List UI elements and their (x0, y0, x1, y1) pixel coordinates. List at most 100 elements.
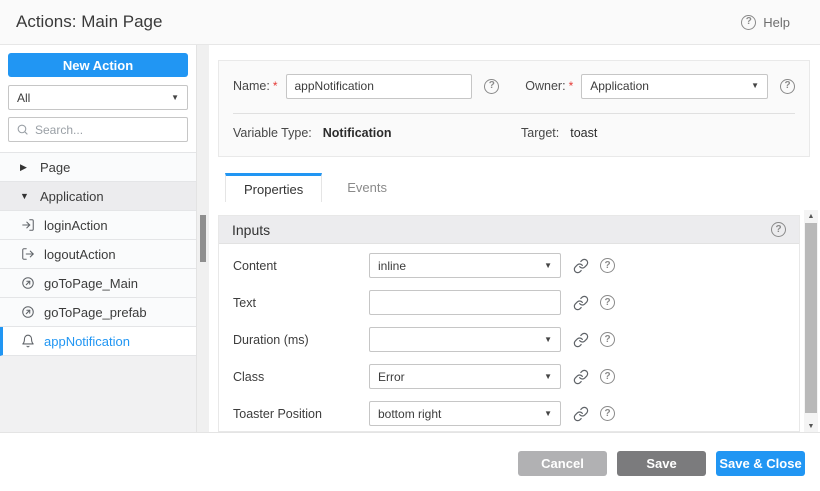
cancel-button[interactable]: Cancel (518, 451, 607, 476)
help-label: Help (763, 15, 790, 30)
owner-select[interactable]: Application ▼ (581, 74, 768, 99)
owner-label: Owner: (525, 79, 565, 93)
detail-tabbar: PropertiesEvents (218, 172, 405, 202)
variable-type-label: Variable Type: (233, 126, 312, 140)
chevron-down-icon: ▼ (20, 192, 32, 201)
goto-page-icon (21, 276, 35, 290)
notification-icon (21, 334, 35, 348)
chevron-down-icon: ▼ (544, 262, 552, 270)
chevron-down-icon: ▼ (171, 94, 179, 102)
field-label: Duration (ms) (233, 333, 369, 347)
filter-selected-value: All (17, 91, 30, 105)
required-marker: * (569, 79, 574, 93)
save-button[interactable]: Save (617, 451, 706, 476)
scroll-down-arrow[interactable]: ▼ (804, 420, 818, 432)
field-select[interactable]: bottom right ▼ (369, 401, 561, 426)
scroll-up-arrow[interactable]: ▲ (804, 210, 818, 222)
target-value: toast (570, 126, 597, 140)
sidebar-item-label: Page (40, 160, 70, 175)
bind-link-icon[interactable] (573, 369, 589, 385)
select-selected-value: Error (378, 370, 405, 384)
target-label: Target: (521, 126, 559, 140)
sidebar-item-loginAction[interactable]: loginAction (0, 211, 196, 240)
sidebar-item-goToPage_prefab[interactable]: goToPage_prefab (0, 298, 196, 327)
field-label: Text (233, 296, 369, 310)
new-action-button[interactable]: New Action (8, 53, 188, 77)
field-row-duration-ms-: Duration (ms) ▼? (219, 321, 799, 358)
variable-type-value: Notification (323, 126, 392, 140)
help-button[interactable]: ? Help (741, 15, 790, 30)
bind-link-icon[interactable] (573, 258, 589, 274)
properties-scrollbar-thumb[interactable] (805, 223, 817, 413)
field-label: Content (233, 259, 369, 273)
dialog-footer: Cancel Save Save & Close (0, 432, 820, 491)
field-row-toaster-position: Toaster Position bottom right ▼? (219, 395, 799, 432)
goto-page-icon (21, 305, 35, 319)
sidebar-item-goToPage_Main[interactable]: goToPage_Main (0, 269, 196, 298)
required-marker: * (273, 79, 278, 93)
bind-link-icon[interactable] (573, 406, 589, 422)
field-label: Class (233, 370, 369, 384)
chevron-down-icon: ▼ (751, 82, 759, 90)
login-icon (21, 218, 35, 232)
select-selected-value: inline (378, 259, 406, 273)
field-row-class: Class Error ▼? (219, 358, 799, 395)
field-text-input[interactable] (369, 290, 561, 315)
bind-link-icon[interactable] (573, 332, 589, 348)
search-input[interactable] (35, 123, 180, 137)
action-summary-card: Name: * ? Owner: * Application ▼ ? Varia… (218, 60, 810, 157)
bind-link-icon[interactable] (573, 295, 589, 311)
name-owner-row: Name: * ? Owner: * Application ▼ ? (219, 61, 809, 99)
help-icon[interactable]: ? (600, 369, 615, 384)
owner-selected-value: Application (590, 79, 649, 93)
chevron-down-icon: ▼ (544, 410, 552, 418)
type-target-row: Variable Type: Notification Target: toas… (219, 114, 809, 140)
dialog-body: New Action All ▼ ▶ Page ▼ Application loginA… (0, 45, 820, 432)
help-icon: ? (741, 15, 756, 30)
action-detail-panel: Name: * ? Owner: * Application ▼ ? Varia… (209, 45, 820, 432)
help-icon[interactable]: ? (600, 295, 615, 310)
select-selected-value: bottom right (378, 407, 441, 421)
sidebar-scrollbar[interactable] (196, 45, 209, 432)
name-label: Name: (233, 79, 270, 93)
sidebar-filler (0, 356, 196, 432)
help-icon[interactable]: ? (600, 406, 615, 421)
chevron-right-icon: ▶ (20, 163, 32, 172)
sidebar-item-label: Application (40, 189, 104, 204)
field-select[interactable]: inline ▼ (369, 253, 561, 278)
dialog-header: Actions: Main Page ? Help (0, 0, 820, 45)
field-label: Toaster Position (233, 407, 369, 421)
name-field[interactable] (286, 74, 473, 99)
sidebar-scrollbar-thumb[interactable] (200, 215, 206, 262)
field-row-content: Content inline ▼? (219, 247, 799, 284)
inputs-section: Inputs ? Contentinline▼?Text?Duration (m… (218, 215, 800, 432)
tab-events[interactable]: Events (329, 173, 405, 202)
logout-icon (21, 247, 35, 261)
actions-sidebar: New Action All ▼ ▶ Page ▼ Application loginA… (0, 45, 196, 432)
sidebar-item-logoutAction[interactable]: logoutAction (0, 240, 196, 269)
field-row-text: Text? (219, 284, 799, 321)
sidebar-item-appNotification[interactable]: appNotification (0, 327, 196, 356)
save-and-close-button[interactable]: Save & Close (716, 451, 805, 476)
chevron-down-icon: ▼ (544, 373, 552, 381)
help-icon[interactable]: ? (600, 258, 615, 273)
inputs-section-header: Inputs ? (219, 216, 799, 244)
search-icon (16, 123, 29, 136)
help-icon[interactable]: ? (600, 332, 615, 347)
sidebar-item-Application[interactable]: ▼ Application (0, 182, 196, 211)
sidebar-item-label: appNotification (44, 334, 130, 349)
sidebar-item-Page[interactable]: ▶ Page (0, 153, 196, 182)
properties-scrollbar[interactable]: ▲ ▼ (804, 210, 818, 432)
help-icon[interactable]: ? (484, 79, 499, 94)
field-select[interactable]: Error ▼ (369, 364, 561, 389)
sidebar-item-label: goToPage_Main (44, 276, 138, 291)
chevron-down-icon: ▼ (544, 336, 552, 344)
help-icon[interactable]: ? (780, 79, 795, 94)
tab-properties[interactable]: Properties (225, 173, 322, 202)
sidebar-item-label: goToPage_prefab (44, 305, 147, 320)
actions-tree: ▶ Page ▼ Application loginActionlogoutAction… (0, 152, 196, 356)
help-icon[interactable]: ? (771, 222, 786, 237)
action-filter-select[interactable]: All ▼ (8, 85, 188, 110)
field-select[interactable]: ▼ (369, 327, 561, 352)
inputs-fields: Contentinline▼?Text?Duration (ms)▼?Class… (219, 247, 799, 432)
